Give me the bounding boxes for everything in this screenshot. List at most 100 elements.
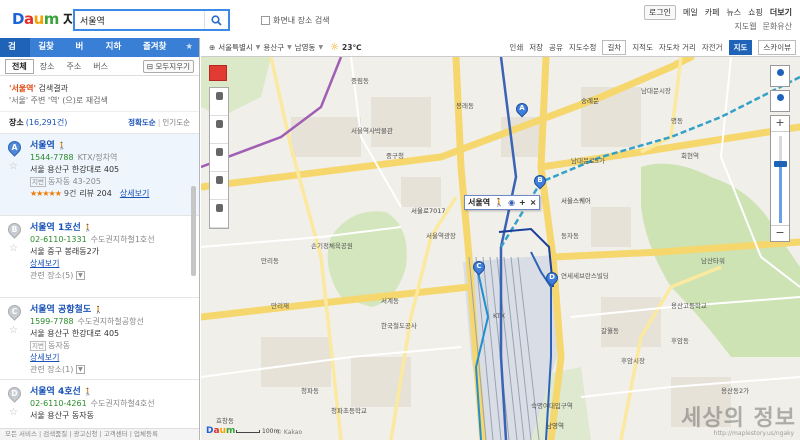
summary-line: '서울역' 검색결과 bbox=[9, 83, 190, 95]
tab-bus[interactable]: 버스 bbox=[67, 38, 97, 71]
popup-title[interactable]: 서울역 bbox=[468, 197, 490, 208]
filter-place[interactable]: 장소 bbox=[34, 60, 61, 73]
result-name[interactable]: 서울역 🚶 bbox=[30, 140, 199, 152]
clear-all-button[interactable]: ⊟ 모두지우기 bbox=[142, 59, 194, 73]
location-pin-icon: B bbox=[5, 220, 24, 240]
cctv-icon[interactable] bbox=[210, 200, 228, 228]
tool-bicycle[interactable]: 자전거 bbox=[702, 42, 723, 53]
related-places[interactable]: 관련 장소(5) ▼ bbox=[30, 270, 199, 282]
tool-share[interactable]: 공유 bbox=[549, 42, 563, 53]
pedestrian-icon[interactable]: 🚶 bbox=[494, 198, 504, 207]
tab-favorites[interactable]: 즐겨찾기 bbox=[135, 38, 179, 71]
close-icon[interactable]: × bbox=[530, 198, 537, 207]
zoom-fill bbox=[779, 163, 782, 223]
tool-print[interactable]: 인쇄 bbox=[509, 42, 523, 53]
popup-zoom-in[interactable]: + bbox=[519, 198, 526, 207]
result-category: 수도권지하철4호선 bbox=[90, 399, 155, 408]
related-places[interactable]: 관련 장소(1) ▼ bbox=[30, 364, 199, 376]
subnav-heritage[interactable]: 문화유산 bbox=[763, 21, 792, 32]
map-label: 남대문로5가 bbox=[571, 157, 606, 165]
tool-save[interactable]: 저장 bbox=[529, 42, 543, 53]
chevron-down-icon[interactable]: ▼ bbox=[318, 44, 323, 51]
loc-dong[interactable]: 남영동 bbox=[295, 42, 316, 53]
search-box bbox=[73, 9, 230, 31]
tool-edit-map[interactable]: 지도수정 bbox=[569, 42, 597, 53]
mode-skyview-button[interactable]: 스카이뷰 bbox=[758, 39, 796, 55]
star-icon[interactable]: ☆ bbox=[9, 243, 18, 255]
map-canvas[interactable]: 숭례문 서울역사박물관 동자동 만리동 중림동 중구청 봉래동 남대문시장 갈월… bbox=[201, 57, 800, 440]
in-screen-search-checkbox[interactable] bbox=[261, 16, 270, 25]
bus-icon[interactable] bbox=[210, 88, 228, 116]
map-pin-b[interactable]: B bbox=[531, 172, 549, 190]
chevron-down-icon[interactable]: ▼ bbox=[75, 271, 85, 280]
chevron-down-icon[interactable]: ▼ bbox=[256, 44, 261, 51]
star-icon[interactable]: ☆ bbox=[9, 161, 18, 173]
zoom-in-button[interactable]: + bbox=[771, 116, 789, 131]
zoom-handle[interactable] bbox=[774, 160, 787, 167]
result-name[interactable]: 서울역 4호선 🚶 bbox=[30, 386, 199, 398]
restaurant-icon[interactable] bbox=[210, 144, 228, 172]
login-button[interactable]: 로그인 bbox=[643, 5, 676, 20]
search-button[interactable] bbox=[204, 11, 228, 29]
search-input[interactable] bbox=[75, 11, 201, 29]
result-phone: 02-6110-1331 수도권지하철1호선 bbox=[30, 235, 155, 244]
detail-link[interactable]: 상세보기 bbox=[30, 258, 199, 270]
map-label: 청파동 bbox=[301, 387, 319, 395]
in-screen-search-toggle[interactable]: 화면내 장소 검색 bbox=[261, 15, 330, 26]
zoom-out-button[interactable]: − bbox=[771, 226, 789, 241]
zoom-slider[interactable]: + − bbox=[770, 115, 790, 242]
map-pin-d[interactable]: D bbox=[543, 269, 561, 287]
star-icon[interactable]: ☆ bbox=[9, 325, 18, 337]
star-icon[interactable]: ★ bbox=[179, 38, 199, 57]
filter-address[interactable]: 주소 bbox=[60, 60, 87, 73]
tab-search[interactable]: 검색 bbox=[0, 38, 31, 71]
result-item[interactable]: B ☆ 서울역 1호선 🚶 02-6110-1331 수도권지하철1호선 서울 중구… bbox=[0, 216, 199, 298]
nav-news[interactable]: 뉴스 bbox=[726, 7, 741, 18]
tool-distance[interactable]: 자도차 거리 bbox=[659, 42, 696, 53]
compass-button[interactable] bbox=[770, 90, 790, 112]
map-label: 숙명여대입구역 bbox=[531, 402, 573, 410]
sort-popularity[interactable]: 인기도순 bbox=[162, 117, 190, 128]
my-location-button[interactable] bbox=[770, 65, 790, 87]
filter-bus[interactable]: 버스 bbox=[87, 60, 114, 73]
search-icon bbox=[211, 14, 222, 26]
loc-city[interactable]: 서울특별시 bbox=[218, 42, 253, 53]
nav-more[interactable]: 더보기 bbox=[770, 7, 792, 18]
star-icon[interactable]: ☆ bbox=[9, 407, 18, 419]
nav-cafe[interactable]: 카페 bbox=[705, 7, 720, 18]
result-name[interactable]: 서울역 1호선 🚶 bbox=[30, 222, 199, 234]
loc-district[interactable]: 용산구 bbox=[263, 42, 284, 53]
result-name[interactable]: 서울역 공항철도 🚶 bbox=[30, 304, 199, 316]
place-popup[interactable]: 서울역 🚶 ◉ + × bbox=[464, 195, 541, 210]
nav-mail[interactable]: 메일 bbox=[683, 7, 698, 18]
result-item[interactable]: A ☆ 서울역 🚶 1544-7788 KTX/정차역 서울 용산구 한강대로 40… bbox=[0, 134, 199, 216]
map-pin-a[interactable]: A bbox=[513, 100, 531, 118]
nav-shopping[interactable]: 쇼핑 bbox=[748, 7, 763, 18]
zoom-track[interactable] bbox=[771, 131, 789, 226]
result-item[interactable]: C ☆ 서울역 공항철도 🚶 1599-7788 수도권지하철공항선 서울 용산구 … bbox=[0, 298, 199, 380]
road-view-icon[interactable]: ◉ bbox=[508, 198, 515, 207]
subnav-mapweb[interactable]: 지도웹 bbox=[734, 21, 756, 32]
subway-icon[interactable] bbox=[210, 116, 228, 144]
result-scrollbar[interactable] bbox=[191, 186, 196, 276]
zoom-controls: + − bbox=[770, 65, 790, 242]
map-label: 서계동 bbox=[381, 297, 399, 305]
roadview-button[interactable] bbox=[209, 65, 227, 81]
tool-cadastral[interactable]: 지적도 bbox=[632, 42, 653, 53]
map-pin-c[interactable]: C bbox=[470, 258, 488, 276]
hospital-icon[interactable] bbox=[210, 172, 228, 200]
detail-link[interactable]: 상세보기 bbox=[120, 189, 149, 198]
map-label: 중림동 bbox=[351, 77, 369, 85]
result-category: KTX/정차역 bbox=[77, 153, 118, 162]
sort-accuracy[interactable]: 정확도순 bbox=[128, 117, 156, 128]
result-jibun: 지번 동자동 bbox=[30, 341, 71, 351]
filter-all[interactable]: 전체 bbox=[5, 58, 34, 74]
chevron-down-icon[interactable]: ▼ bbox=[75, 365, 85, 374]
detail-link[interactable]: 상세보기 bbox=[30, 352, 199, 364]
tool-traffic[interactable]: 길차 bbox=[602, 39, 627, 55]
tab-subway[interactable]: 지하철 bbox=[98, 38, 135, 71]
alt-search-link[interactable]: '서울' 주변 '역' (으)로 재검색 bbox=[9, 95, 190, 107]
tab-directions[interactable]: 길찾기 bbox=[30, 38, 67, 71]
mode-map-button[interactable]: 지도 bbox=[728, 39, 753, 55]
chevron-down-icon[interactable]: ▼ bbox=[287, 44, 292, 51]
